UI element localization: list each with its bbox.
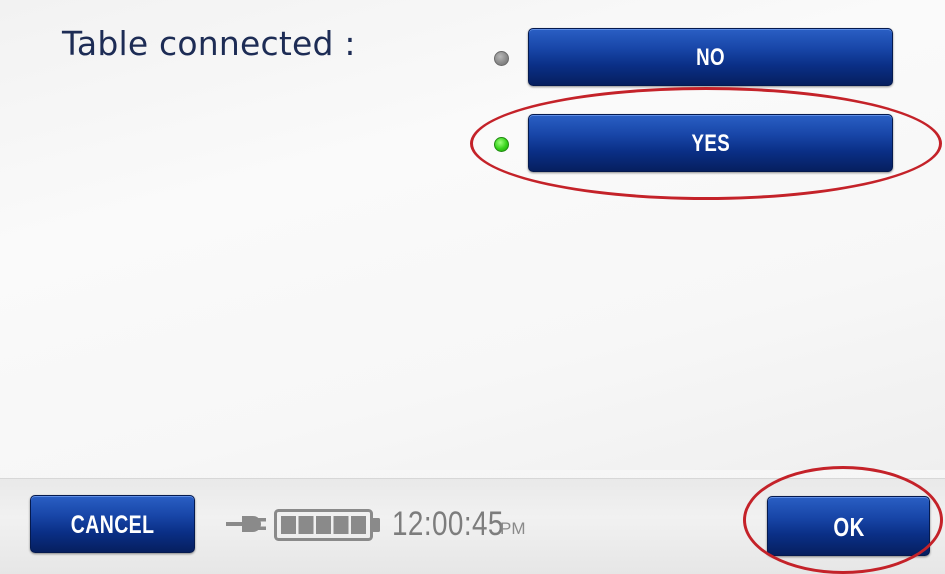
bottom-status-bar: CANCEL 12:00:45 PM OK — [0, 478, 945, 574]
main-panel: Table connected : NO YES — [0, 0, 945, 470]
no-button-label: NO — [696, 44, 725, 71]
radio-indicator-yes[interactable] — [494, 137, 509, 152]
battery-icon — [274, 509, 380, 541]
no-button[interactable]: NO — [528, 28, 893, 86]
clock-time: 12:00:45 — [392, 505, 504, 543]
cancel-button[interactable]: CANCEL — [30, 495, 195, 553]
option-row-yes[interactable]: YES — [490, 114, 895, 174]
question-label: Table connected : — [62, 24, 356, 63]
cancel-button-label: CANCEL — [70, 511, 155, 539]
radio-indicator-no[interactable] — [494, 51, 509, 66]
yes-button[interactable]: YES — [528, 114, 893, 172]
clock-ampm: PM — [500, 519, 526, 538]
yes-button-label: YES — [691, 130, 730, 157]
option-row-no[interactable]: NO — [490, 28, 895, 88]
clock: 12:00:45 PM — [392, 505, 528, 544]
plug-icon — [226, 516, 266, 532]
ok-button[interactable]: OK — [767, 496, 930, 556]
settings-screen: Table connected : NO YES CANCEL 12:00:45… — [0, 0, 945, 574]
ok-button-label: OK — [832, 512, 865, 542]
